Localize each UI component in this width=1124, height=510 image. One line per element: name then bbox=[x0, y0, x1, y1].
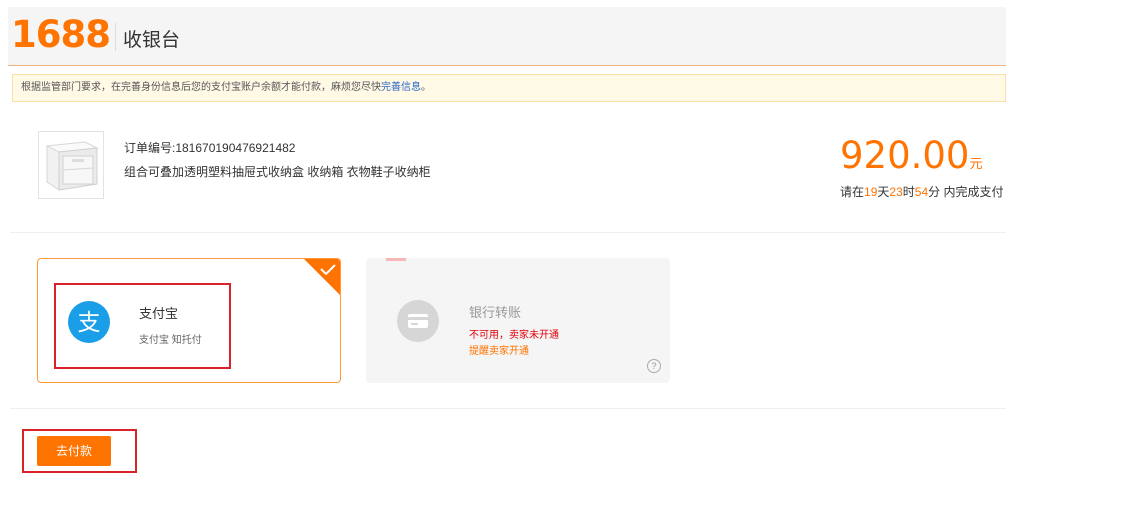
bank-card-icon bbox=[397, 300, 439, 342]
deadline-minutes: 54 bbox=[914, 185, 929, 199]
deadline-prefix: 请在 bbox=[840, 185, 865, 199]
bank-ribbon bbox=[386, 258, 406, 261]
deadline-days-unit: 天 bbox=[877, 185, 890, 199]
payment-option-bank-transfer: 银行转账 不可用，卖家未开通 提醒卖家开通 ? bbox=[366, 258, 670, 383]
remind-seller-link[interactable]: 提醒卖家开通 bbox=[469, 342, 529, 357]
deadline-hours: 23 bbox=[889, 185, 903, 199]
bank-title: 银行转账 bbox=[469, 305, 522, 320]
storage-box-image bbox=[45, 141, 99, 191]
selected-check-icon bbox=[304, 259, 340, 295]
header-separator bbox=[115, 23, 116, 51]
deadline-hours-unit: 时 bbox=[902, 185, 915, 199]
order-number: 订单编号:181670190476921482 bbox=[124, 141, 296, 155]
amount-value: 920.00 bbox=[840, 134, 970, 177]
order-amount: 920.00元 bbox=[840, 134, 982, 177]
logo[interactable]: 1688 bbox=[11, 13, 111, 56]
payment-deadline: 请在19天23时54分 内完成支付 bbox=[840, 183, 1003, 200]
section-divider bbox=[10, 232, 1006, 233]
complete-info-link[interactable]: 完善信息 bbox=[381, 82, 421, 93]
help-icon[interactable]: ? bbox=[647, 359, 661, 373]
deadline-days: 19 bbox=[864, 185, 878, 199]
amount-currency: 元 bbox=[969, 157, 983, 172]
order-title[interactable]: 组合可叠加透明塑料抽屉式收纳盒 收纳箱 衣物鞋子收纳柜 bbox=[124, 163, 431, 180]
notice-text: 根据监管部门要求，在完善身份信息后您的支付宝账户余额才能付款，麻烦您尽快 bbox=[21, 82, 381, 93]
page-title: 收银台 bbox=[123, 30, 181, 51]
deadline-suffix: 分 内完成支付 bbox=[928, 185, 1004, 199]
checkout-page: 1688 收银台 根据监管部门要求，在完善身份信息后您的支付宝账户余额才能付款，… bbox=[8, 0, 1006, 492]
highlight-alipay-box bbox=[54, 283, 231, 369]
product-thumbnail[interactable] bbox=[38, 131, 104, 199]
header: 1688 收银台 bbox=[8, 7, 1006, 66]
notice-bar: 根据监管部门要求，在完善身份信息后您的支付宝账户余额才能付款，麻烦您尽快完善信息… bbox=[12, 74, 1006, 102]
bank-unavailable-text: 不可用，卖家未开通 bbox=[469, 330, 559, 341]
highlight-pay-button-box bbox=[22, 429, 137, 473]
section-divider bbox=[10, 408, 1006, 409]
notice-suffix: 。 bbox=[421, 82, 431, 93]
